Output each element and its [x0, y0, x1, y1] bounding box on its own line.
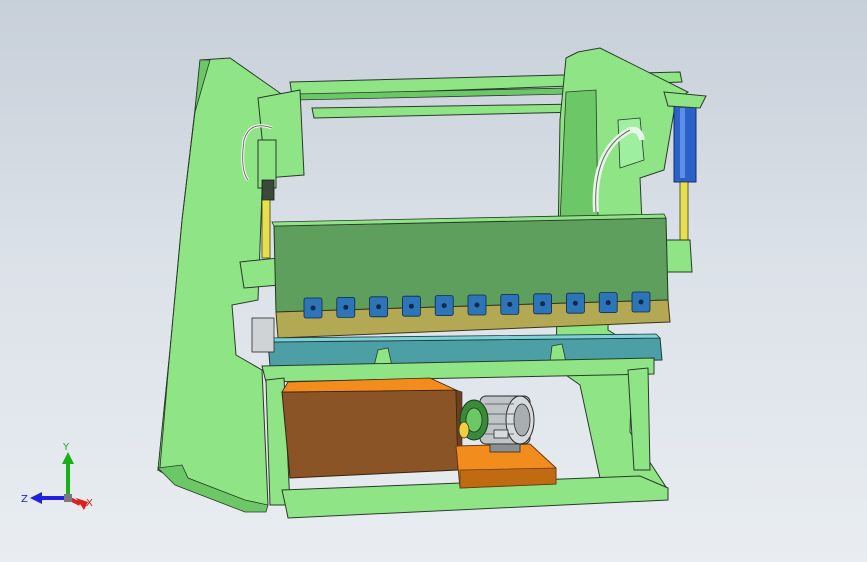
coordinate-triad: Y Z X — [21, 442, 93, 510]
right-cylinder-rod — [679, 181, 689, 249]
clamp-bolt — [310, 305, 316, 311]
clamp-bolt — [507, 301, 513, 307]
right-lower-bracket — [663, 239, 693, 273]
pump-coupling[interactable] — [458, 399, 489, 441]
left-cylinder-rod — [261, 199, 271, 259]
clamp-bolt — [376, 304, 382, 310]
clamp-bolt — [572, 300, 578, 306]
right-plate-window — [617, 117, 645, 169]
clamp-bolt — [638, 299, 644, 305]
clamp-bolt — [408, 303, 414, 309]
right-cylinder-highlight — [680, 108, 685, 178]
right-top-bracket — [663, 91, 707, 109]
z-axis-label: Z — [21, 494, 28, 505]
y-axis-label: Y — [62, 442, 70, 453]
left-gauge-block — [251, 317, 275, 353]
x-axis-label: X — [86, 498, 93, 509]
graphics-viewport[interactable]: Y Z X — [0, 0, 867, 562]
top-beam-rear — [311, 103, 583, 119]
clamp-bolt — [474, 302, 480, 308]
clamp-bolt — [441, 303, 447, 309]
motor-base-front — [459, 467, 557, 489]
press-brake-model[interactable] — [0, 0, 867, 562]
right-plate-inner — [559, 89, 599, 223]
clamp-bolt — [343, 304, 349, 310]
clamp-bolt — [540, 301, 546, 307]
hydraulic-tank[interactable] — [281, 389, 459, 479]
clamp-bolt — [605, 300, 611, 306]
left-cylinder-collar — [261, 179, 275, 201]
left-lower-bracket — [239, 257, 281, 289]
